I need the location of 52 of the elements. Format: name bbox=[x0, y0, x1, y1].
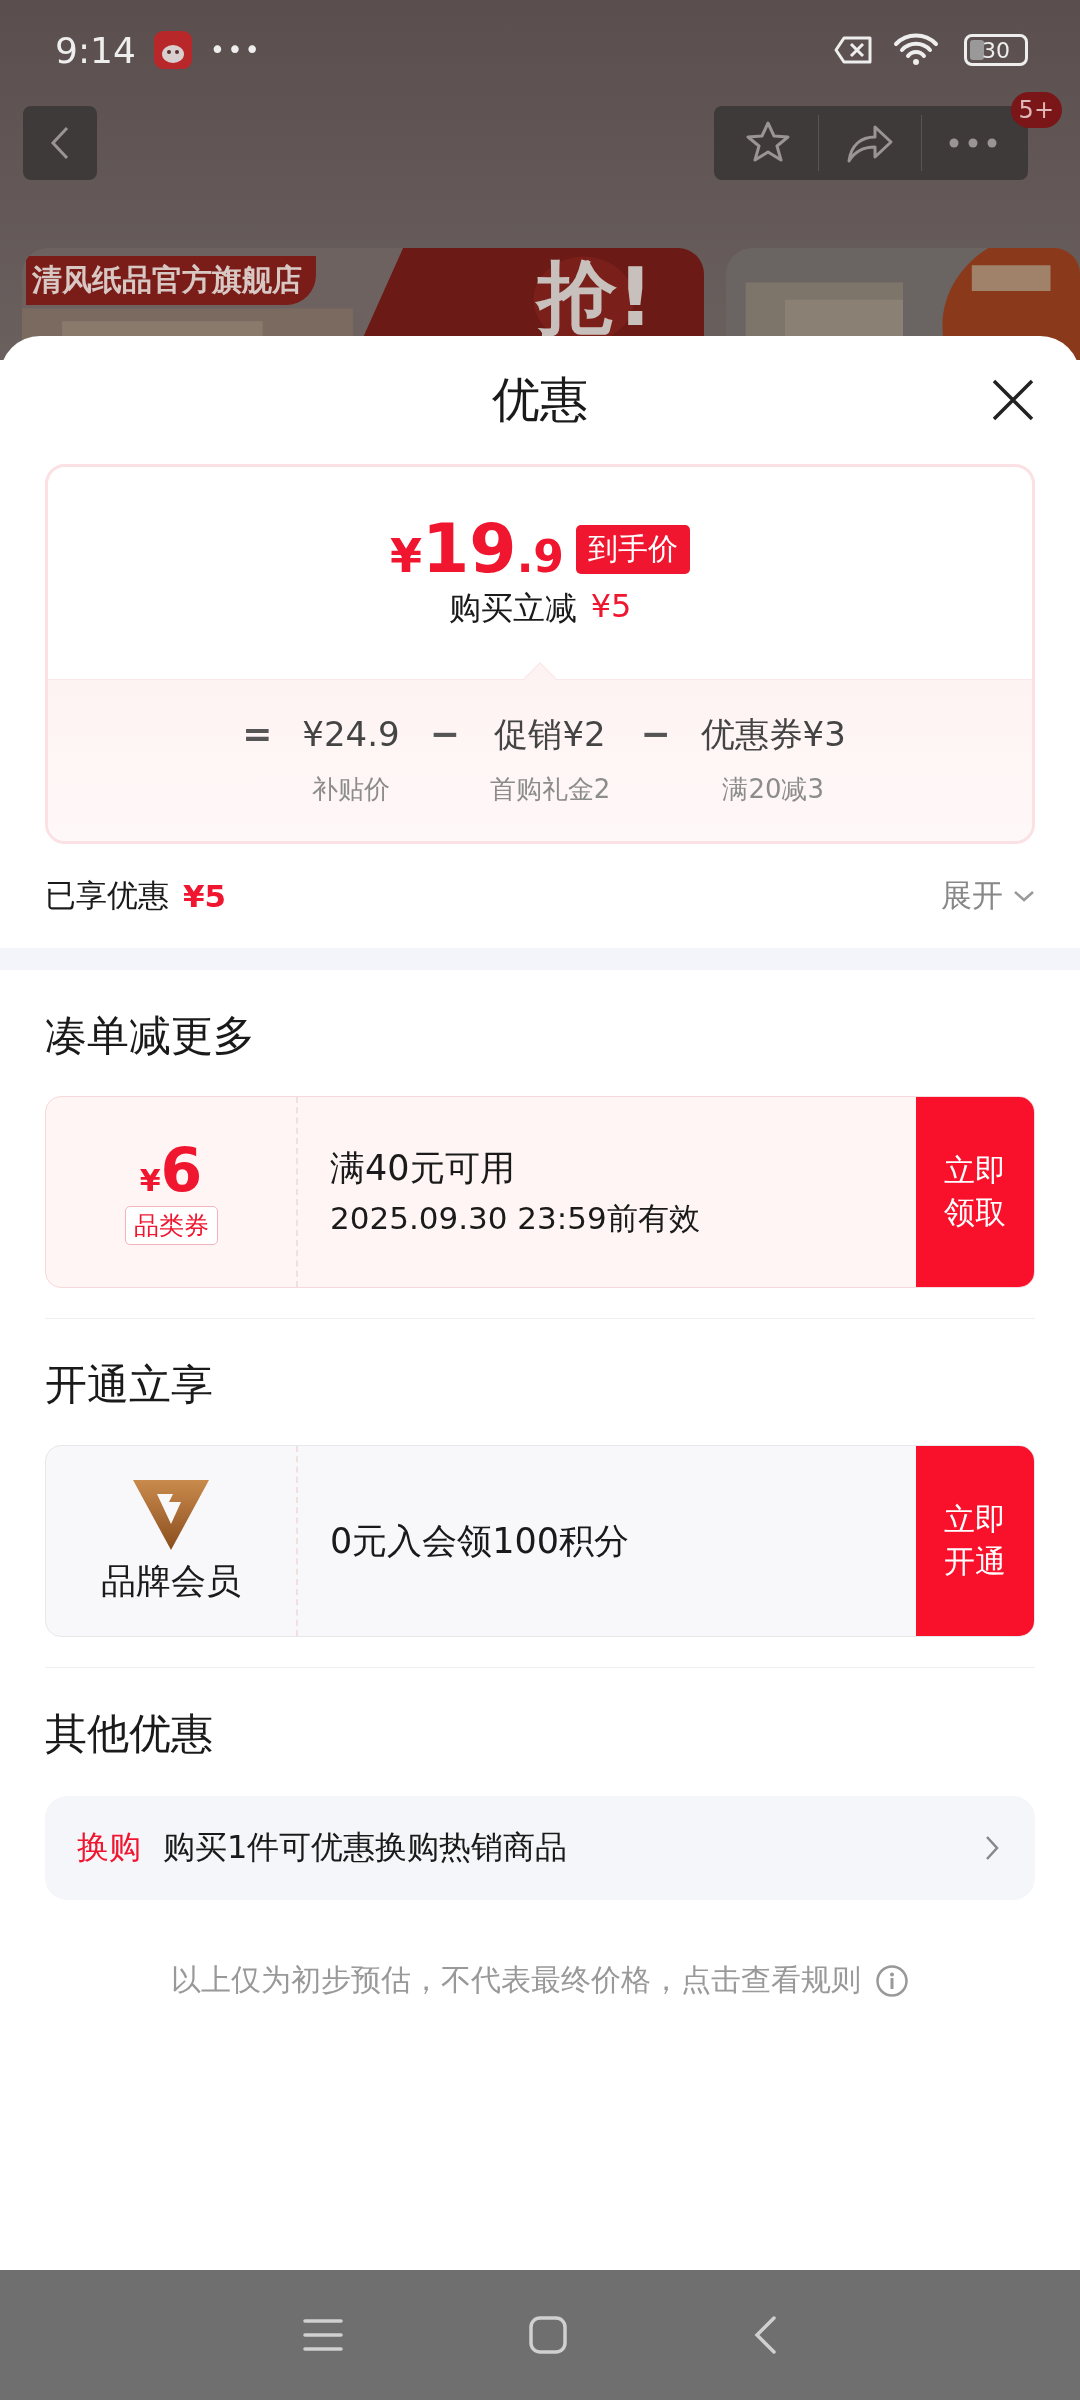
breakdown-caption: 满20减3 bbox=[722, 773, 824, 806]
notification-badge: 5+ bbox=[1010, 92, 1062, 128]
back-icon[interactable] bbox=[753, 2315, 778, 2355]
sheet-title: 优惠 bbox=[492, 370, 588, 429]
savings-amount: ¥5 bbox=[183, 878, 227, 914]
coupon-validity: 2025.09.30 23:59前有效 bbox=[330, 1198, 701, 1238]
section-title: 开通立享 bbox=[44, 1359, 214, 1411]
section-title: 其他优惠 bbox=[44, 1708, 214, 1760]
info-icon[interactable] bbox=[875, 1963, 909, 1998]
coupon-amount: ¥6 bbox=[139, 1139, 203, 1200]
operator-sign: = bbox=[241, 712, 274, 756]
breakdown-caption: 补贴价 bbox=[312, 773, 390, 806]
breakdown-value: ¥24.9 bbox=[302, 713, 400, 756]
notification-more: ••• bbox=[209, 35, 262, 65]
breakdown-caption: 首购礼金2 bbox=[489, 773, 611, 806]
wifi-icon bbox=[892, 32, 940, 68]
no-sim-icon bbox=[834, 35, 874, 65]
chevron-down-icon bbox=[1013, 889, 1035, 903]
coupon-condition: 满40元可用 bbox=[330, 1146, 516, 1190]
membership-offer: 0元入会领100积分 bbox=[330, 1519, 631, 1563]
expand-button[interactable]: 展开 bbox=[941, 875, 1035, 917]
back-button[interactable] bbox=[23, 106, 97, 180]
claim-button[interactable]: 立即领取 bbox=[916, 1097, 1034, 1287]
operator-sign: − bbox=[428, 712, 461, 756]
instant-discount-amount: ¥5 bbox=[590, 587, 632, 627]
more-icon[interactable] bbox=[948, 137, 998, 149]
join-button[interactable]: 立即开通 bbox=[916, 1446, 1034, 1636]
brand-logo-icon bbox=[131, 1477, 211, 1552]
final-price: ¥19.9 bbox=[390, 515, 564, 583]
coupon-type-tag: 品类券 bbox=[124, 1205, 218, 1245]
home-icon[interactable] bbox=[528, 2315, 568, 2355]
section-title: 凑单减更多 bbox=[44, 1010, 256, 1062]
rules-note[interactable]: 以上仅为初步预估，不代表最终价格，点击查看规则 bbox=[171, 1960, 861, 2001]
breakdown-value: 优惠券¥3 bbox=[700, 713, 846, 756]
battery-icon: 30 bbox=[964, 34, 1028, 66]
chevron-left-icon bbox=[49, 125, 71, 161]
price-tag: 到手价 bbox=[576, 524, 690, 574]
exchange-offer-row[interactable]: 换购 购买1件可优惠换购热销商品 bbox=[45, 1796, 1035, 1900]
operator-sign: − bbox=[639, 712, 672, 756]
breakdown-value: 促销¥2 bbox=[494, 713, 606, 756]
store-name: 清风纸品官方旗舰店 bbox=[26, 256, 316, 305]
banner-slogan: 抢! bbox=[537, 258, 654, 338]
offer-text: 购买1件可优惠换购热销商品 bbox=[163, 1827, 568, 1868]
brand-member-label: 品牌会员 bbox=[101, 1559, 241, 1603]
offer-tag: 换购 bbox=[77, 1826, 141, 1870]
menu-icon[interactable] bbox=[302, 2318, 343, 2352]
close-icon[interactable] bbox=[991, 378, 1035, 422]
app-icon bbox=[153, 31, 192, 69]
instant-discount-label: 购买立减 bbox=[448, 588, 577, 629]
status-time: 9:14 bbox=[55, 29, 136, 71]
savings-label: 已享优惠 bbox=[45, 876, 169, 915]
chevron-right-icon bbox=[985, 1835, 999, 1861]
